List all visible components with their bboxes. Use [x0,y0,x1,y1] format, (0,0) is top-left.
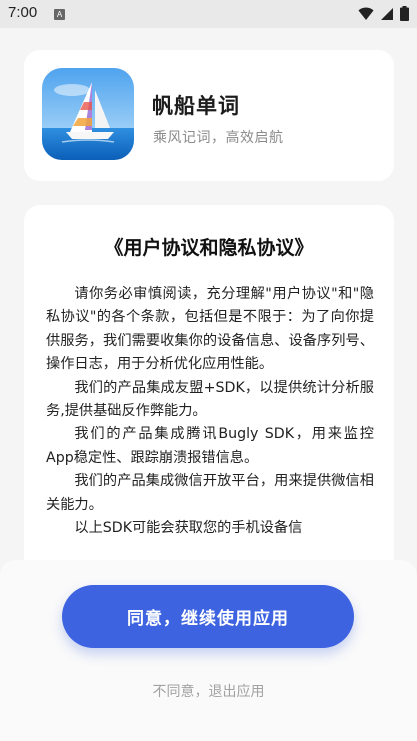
signal-icon [381,7,393,20]
policy-paragraph: 我们的产品集成腾讯Bugly SDK，用来监控App稳定性、跟踪崩溃报错信息。 [46,426,374,466]
battery-icon [400,6,409,21]
action-panel: 同意，继续使用应用 不同意，退出应用 [0,560,417,741]
wifi-icon [358,7,374,20]
policy-text: 请你务必审慎阅读，充分理解"用户协议"和"隐私协议"的各个条款，包括但是不限于：… [46,283,374,540]
disagree-link[interactable]: 不同意，退出应用 [0,681,417,701]
app-logo-icon [42,68,134,160]
status-bar: 7:00 A [0,0,417,28]
policy-title: 《用户协议和隐私协议》 [104,237,314,259]
policy-paragraph: 我们的产品集成友盟+SDK，以提供统计分析服务,提供基础反作弊能力。 [46,379,374,420]
policy-paragraph: 我们的产品集成微信开放平台，用来提供微信相关能力。 [46,473,374,513]
app-slogan: 乘风记词，高效启航 [153,130,284,146]
policy-paragraph: 以上SDK可能会获取您的手机设备信 [74,520,303,537]
agree-button[interactable]: 同意，继续使用应用 [62,585,354,648]
policy-card[interactable]: 《用户协议和隐私协议》 请你务必审慎阅读，充分理解"用户协议"和"隐私协议"的各… [24,205,394,585]
status-icons [358,6,409,21]
status-time: 7:00 [8,4,38,21]
app-info-card: 帆船单词 乘风记词，高效启航 [24,50,394,181]
app-name: 帆船单词 [152,94,240,118]
notification-a-icon: A [54,9,65,20]
policy-paragraph: 请你务必审慎阅读，充分理解"用户协议"和"隐私协议"的各个条款，包括但是不限于：… [46,286,374,373]
